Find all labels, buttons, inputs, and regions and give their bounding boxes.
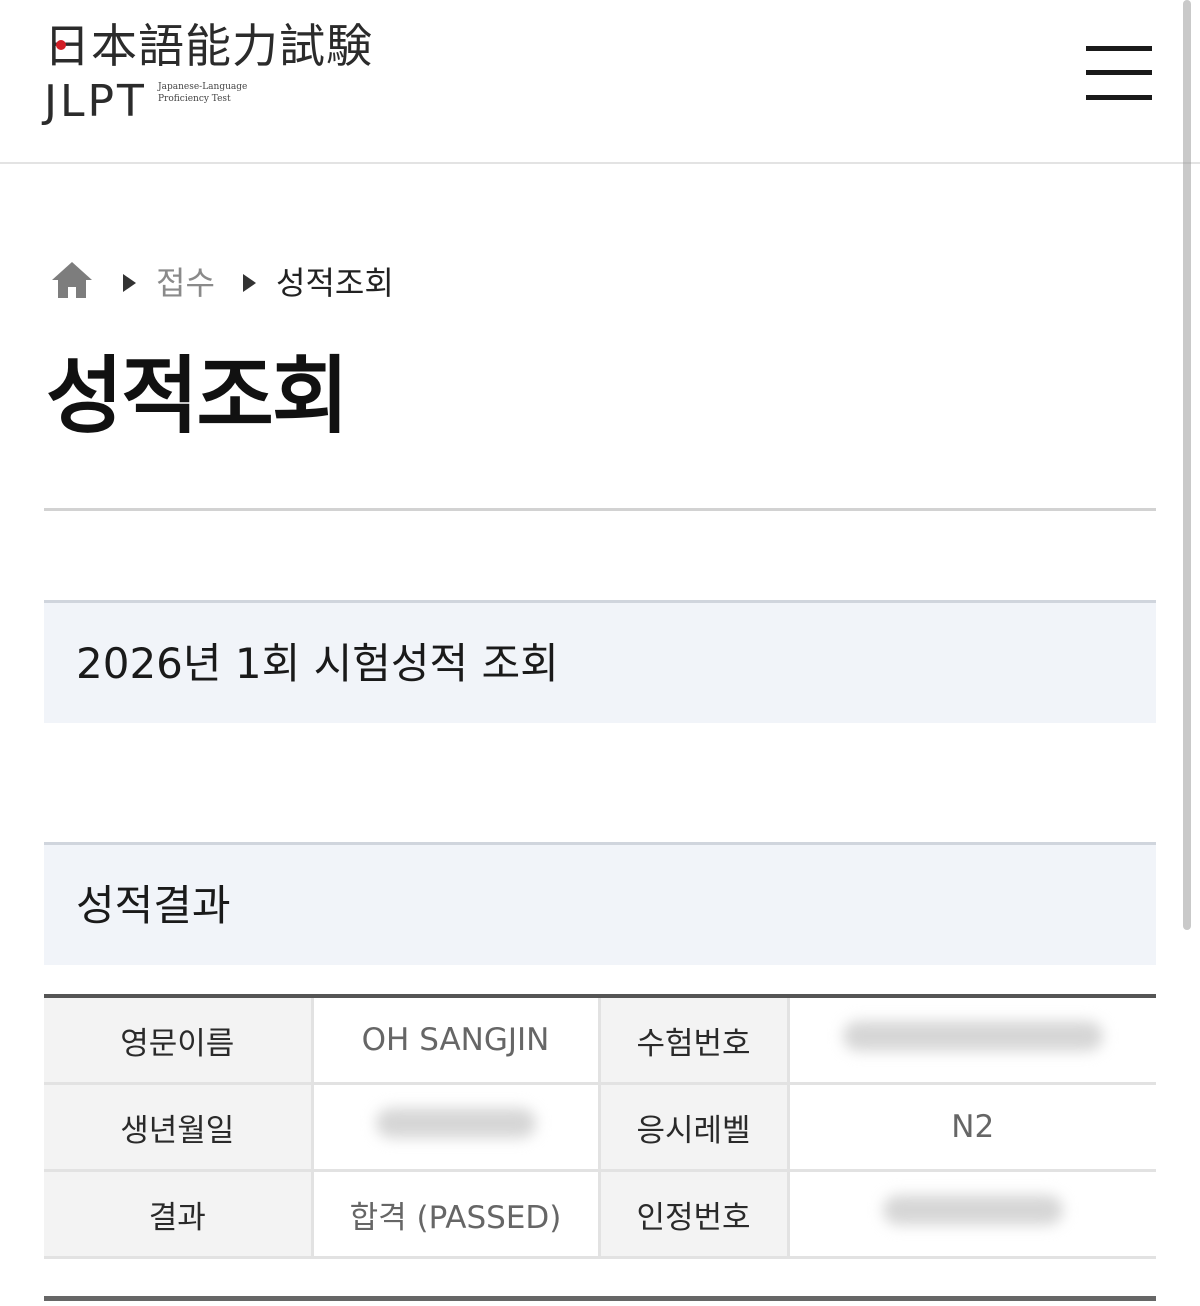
table-row: 결과 합격 (PASSED) 인정번호 [44,1170,1156,1259]
redacted-value [842,1021,1103,1051]
breadcrumb-item-reception[interactable]: 접수 [156,258,215,308]
table-row: 영문이름 OH SANGJIN 수험번호 [44,996,1156,1085]
exam-title: 2026년 1회 시험성적 조회 [76,639,559,688]
label-level: 응시레벨 [597,1083,788,1172]
scrollbar[interactable] [1183,0,1191,930]
label-exam-number: 수험번호 [597,996,788,1085]
redacted-value [882,1195,1063,1225]
divider [44,1296,1156,1301]
breadcrumb-item-score-inquiry: 성적조회 [276,264,394,302]
logo-subtitle: Japanese-Language Proficiency Test [158,82,248,104]
result-title-section: 성적결과 [44,842,1156,965]
chevron-right-icon [243,274,256,292]
result-title: 성적결과 [76,881,231,930]
hamburger-menu-icon[interactable] [1086,46,1154,104]
label-birthdate: 생년월일 [44,1083,312,1172]
value-certificate-number [786,1170,1156,1259]
value-result: 합격 (PASSED) [310,1170,599,1259]
result-table: 영문이름 OH SANGJIN 수험번호 생년월일 응시레벨 N2 결과 합격 … [44,994,1156,1259]
label-result: 결과 [44,1170,312,1259]
red-dot-icon [56,40,66,50]
logo-kanji: 日本語能力試験 [44,19,373,73]
site-header: 日本語能力試験 JLPT Japanese-Language Proficien… [0,0,1200,164]
value-english-name: OH SANGJIN [310,996,599,1085]
label-certificate-number: 인정번호 [597,1170,788,1259]
chevron-right-icon [123,274,136,292]
redacted-value [375,1108,536,1138]
value-exam-number [786,996,1156,1085]
label-english-name: 영문이름 [44,996,312,1085]
home-icon[interactable] [50,260,94,300]
value-birthdate [310,1083,599,1172]
page-title: 성적조회 [46,347,349,445]
exam-title-section: 2026년 1회 시험성적 조회 [44,600,1156,723]
divider [44,508,1156,511]
value-level: N2 [786,1083,1156,1172]
table-row: 생년월일 응시레벨 N2 [44,1083,1156,1172]
logo-jlpt: JLPT [44,76,147,127]
